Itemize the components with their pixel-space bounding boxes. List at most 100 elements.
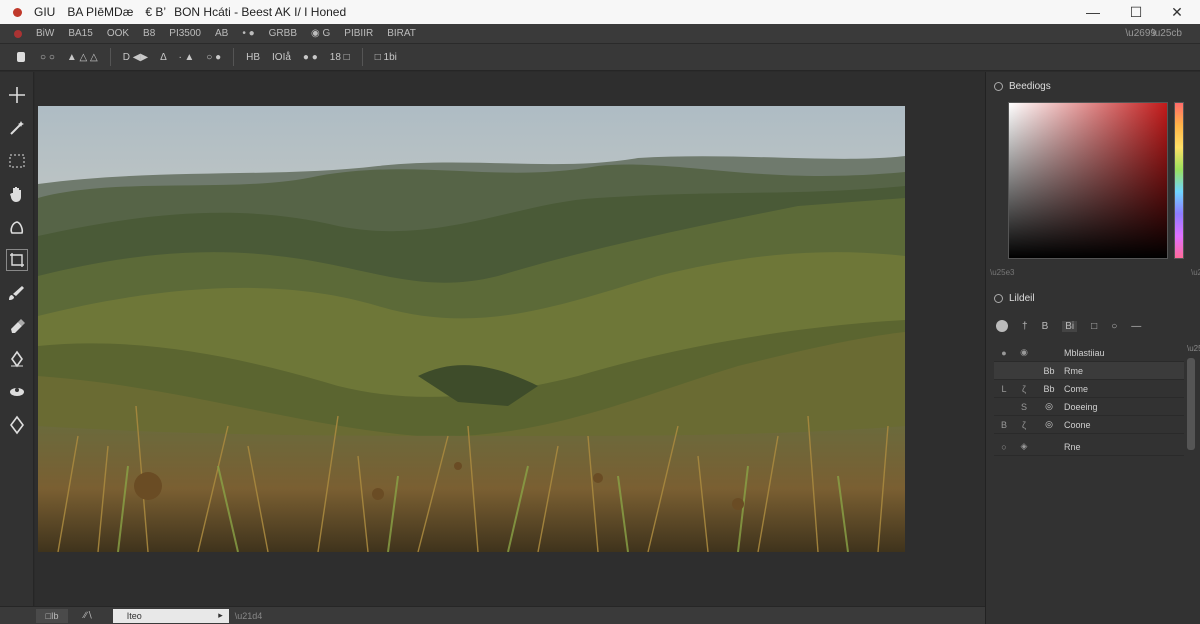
layer-visibility-icon[interactable]: ●	[994, 348, 1014, 358]
magic-wand-tool-icon[interactable]	[0, 111, 34, 144]
move-tool-icon[interactable]	[0, 78, 34, 111]
app-icon	[13, 7, 22, 17]
layer-row[interactable]: L ζ Bb Come	[994, 380, 1184, 398]
menu-item-7[interactable]: • ●	[242, 28, 254, 39]
title-bar: GIU BA PIēMDæ € B’ BON Hcáti - Beest AK …	[0, 0, 1200, 24]
close-button[interactable]: ✕	[1158, 0, 1196, 24]
right-panel: Beediogs \u25e3 \u25e2 Lildeil † B Bi □ …	[985, 72, 1200, 624]
tool-option-11[interactable]: □ 1bi	[375, 52, 397, 63]
divider	[109, 48, 111, 66]
color-panel-title: Beediogs	[1009, 80, 1051, 92]
layer-tool-5[interactable]: □	[1091, 321, 1097, 332]
layer-row[interactable]: B ζ ◎ Coone	[994, 416, 1184, 434]
lasso-tool-icon[interactable]	[0, 210, 34, 243]
layer-tool-7[interactable]: —	[1131, 321, 1141, 332]
layer-tool-4[interactable]: Bi	[1062, 320, 1078, 332]
menu-item-2[interactable]: BA15	[68, 28, 92, 39]
layer-lock-icon[interactable]: ◈	[1014, 441, 1034, 452]
pen-tool-icon[interactable]	[0, 342, 34, 375]
tool-option-2[interactable]: ▲ △ △	[67, 52, 98, 63]
layer-lock-icon[interactable]: ζ	[1014, 420, 1034, 430]
resize-grip-icon[interactable]: \u25e3	[990, 268, 1014, 277]
clone-stamp-tool-icon[interactable]	[0, 375, 34, 408]
minimize-button[interactable]: —	[1074, 0, 1112, 24]
tool-option-1[interactable]: ○ ○	[40, 52, 55, 63]
status-dropdown[interactable]: Iteo ▸	[112, 608, 229, 623]
arrow-icon[interactable]: \u21d4	[235, 611, 263, 621]
zoom-level[interactable]: □Ib	[36, 608, 68, 623]
settings-icon[interactable]: \u25cb	[1152, 28, 1182, 39]
menu-item-6[interactable]: AB	[215, 28, 228, 39]
panel-collapse-icon[interactable]	[994, 81, 1003, 91]
layer-row[interactable]: ● ◉ Mblastiiau	[994, 344, 1184, 362]
layer-name: Coone	[1064, 419, 1091, 430]
landscape-image[interactable]	[38, 106, 905, 552]
layer-visibility-icon[interactable]: B	[994, 420, 1014, 430]
scroll-up-arrow[interactable]: \u25b4	[1187, 344, 1200, 354]
title-menu-item-3[interactable]: € B’	[145, 5, 166, 19]
tool-preset-icon[interactable]	[14, 50, 28, 64]
tool-option-3[interactable]: D ◀▶	[123, 52, 148, 63]
layer-tool-mask-icon[interactable]	[996, 320, 1008, 332]
menu-item-5[interactable]: PI3500	[169, 28, 201, 39]
layer-tool-6[interactable]: ○	[1111, 321, 1117, 332]
record-icon	[14, 29, 22, 38]
tool-option-5[interactable]: ∙ ▲	[179, 52, 194, 63]
layer-lock-icon[interactable]: ζ	[1014, 384, 1034, 394]
menu-item-9[interactable]: ◉ G	[311, 28, 330, 39]
hue-slider[interactable]	[1174, 102, 1184, 259]
divider	[233, 48, 235, 66]
crop-tool-icon[interactable]	[0, 243, 34, 276]
chevron-right-icon: ▸	[218, 610, 223, 620]
layer-name: Rme	[1064, 365, 1084, 376]
status-tool-icon[interactable]: ∕∕∖	[84, 610, 93, 621]
layer-thumb: Bb	[1043, 365, 1055, 376]
layer-name: Come	[1064, 383, 1089, 394]
layer-name: Rne	[1064, 441, 1081, 452]
layer-visibility-icon[interactable]: ○	[994, 442, 1014, 452]
menu-item-8[interactable]: GRBB	[269, 28, 297, 39]
tool-option-7[interactable]: HB	[246, 52, 260, 63]
window-title: BON Hcáti - Beest AK I/ I Honed	[174, 5, 347, 19]
layer-row[interactable]: ○ ◈ Rne	[994, 438, 1184, 456]
layer-row[interactable]: S ◎ Doeeing	[994, 398, 1184, 416]
layer-tool-3[interactable]: B	[1042, 321, 1049, 332]
hills-photo	[38, 106, 905, 552]
menu-item-1[interactable]: BiW	[36, 28, 54, 39]
tool-options-bar: ○ ○ ▲ △ △ D ◀▶ Δ ∙ ▲ ○ ● HB IOIå ● ● 18 …	[0, 44, 1200, 71]
status-dropdown-value: Iteo	[126, 610, 142, 621]
maximize-button[interactable]: ☐	[1117, 0, 1155, 24]
title-menu: GIU BA PIēMDæ € B’	[34, 5, 166, 19]
tool-option-9[interactable]: ● ●	[303, 52, 318, 63]
layer-name: Doeeing	[1064, 401, 1098, 412]
resize-grip-right-icon[interactable]: \u25e2	[1191, 268, 1200, 277]
menu-item-11[interactable]: BIRAT	[387, 28, 416, 39]
tool-option-10[interactable]: 18 □	[330, 52, 350, 63]
marquee-tool-icon[interactable]	[0, 144, 34, 177]
canvas-area[interactable]	[35, 72, 985, 608]
layers-scrollbar[interactable]	[1187, 358, 1195, 450]
tools-panel	[0, 72, 34, 608]
menu-item-10[interactable]: PIBIIR	[344, 28, 373, 39]
tool-option-8[interactable]: IOIå	[272, 52, 291, 63]
layer-thumb: ◎	[1045, 401, 1053, 411]
layer-lock-icon[interactable]: ◉	[1014, 347, 1034, 358]
eraser-tool-icon[interactable]	[0, 309, 34, 342]
divider	[361, 48, 363, 66]
layer-lock-icon[interactable]: S	[1014, 402, 1034, 412]
brush-tool-icon[interactable]	[0, 276, 34, 309]
layers-collapse-icon[interactable]	[994, 293, 1003, 303]
layer-visibility-icon[interactable]: L	[994, 384, 1014, 394]
tool-option-6[interactable]: ○ ●	[206, 52, 221, 63]
title-menu-item-1[interactable]: GIU	[34, 5, 55, 19]
hand-tool-icon[interactable]	[0, 177, 34, 210]
menu-item-3[interactable]: OOK	[107, 28, 129, 39]
title-menu-item-2[interactable]: BA PIēMDæ	[67, 5, 133, 19]
menu-item-4[interactable]: B8	[143, 28, 155, 39]
color-field[interactable]	[1008, 102, 1168, 259]
tool-option-4[interactable]: Δ	[160, 52, 167, 63]
layers-list: ● ◉ Mblastiiau Bb Rme L ζ Bb Come S ◎ Do…	[994, 344, 1184, 456]
layer-row[interactable]: Bb Rme	[994, 362, 1184, 380]
shape-tool-icon[interactable]	[0, 408, 34, 441]
layer-tool-2[interactable]: †	[1022, 321, 1028, 332]
